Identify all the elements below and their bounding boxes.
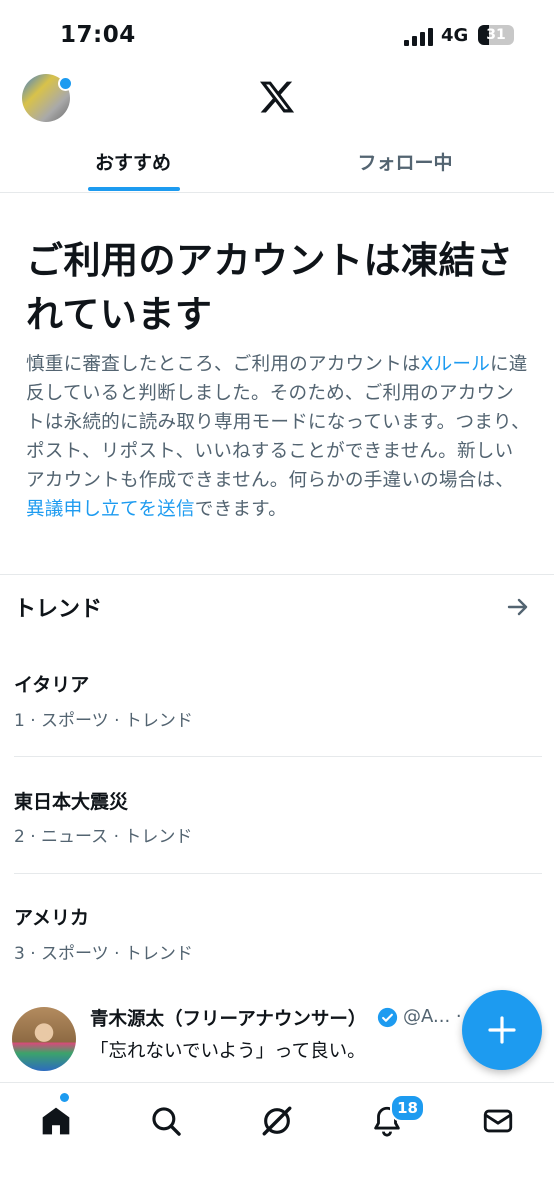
tweet-text[interactable]: 「忘れないでいよう」って良い。 <box>90 1037 366 1063</box>
plus-icon <box>488 1016 516 1044</box>
tweet-author-avatar[interactable] <box>12 1007 76 1071</box>
x-rules-link[interactable]: Xルール <box>421 354 490 375</box>
home-unread-dot <box>60 1093 69 1102</box>
tweet-author-handle: @A... · <box>403 1006 462 1027</box>
trend-meta: 3 · スポーツ · トレンド <box>14 944 193 964</box>
grok-icon <box>262 1106 292 1136</box>
nav-messages[interactable] <box>478 1101 518 1141</box>
trend-divider <box>14 873 542 874</box>
header-divider <box>0 192 554 193</box>
trend-name[interactable]: イタリア <box>14 670 89 697</box>
section-divider <box>0 574 554 575</box>
bottom-navigation <box>0 1082 554 1201</box>
verified-badge-icon <box>377 1007 398 1028</box>
trend-meta: 2 · ニュース · トレンド <box>14 827 193 847</box>
network-label: 4G <box>441 25 469 46</box>
avatar-notification-dot <box>58 76 73 91</box>
trend-divider <box>14 756 542 757</box>
appeal-link[interactable]: 異議申し立てを送信 <box>26 499 195 520</box>
status-time: 17:04 <box>60 22 136 48</box>
trend-meta: 1 · スポーツ · トレンド <box>14 711 193 731</box>
suspension-body-part1: 慎重に審査したところ、ご利用のアカウントは <box>26 354 421 375</box>
home-icon <box>42 1107 70 1135</box>
nav-home[interactable] <box>36 1101 76 1141</box>
tab-following[interactable]: フォロー中 <box>332 148 478 175</box>
active-tab-indicator <box>88 187 180 191</box>
compose-post-button[interactable] <box>462 990 542 1070</box>
tweet-author-name[interactable]: 青木源太（フリーアナウンサー） <box>90 1005 366 1031</box>
trend-name[interactable]: アメリカ <box>14 903 89 930</box>
suspension-body: 慎重に審査したところ、ご利用のアカウントはXルールに違反していると判断しました。… <box>26 350 531 524</box>
tab-recommend[interactable]: おすすめ <box>60 148 206 175</box>
x-logo-icon <box>259 81 295 113</box>
trend-name[interactable]: 東日本大震災 <box>14 787 128 814</box>
nav-search[interactable] <box>146 1101 186 1141</box>
notification-count-badge: 18 <box>390 1094 425 1122</box>
messages-icon <box>483 1109 513 1133</box>
battery-level: 31 <box>486 27 506 43</box>
suspension-title: ご利用のアカウントは凍結されています <box>26 239 514 336</box>
signal-icon <box>404 28 434 46</box>
battery-icon: 31 <box>478 25 514 45</box>
arrow-right-icon[interactable] <box>506 595 530 619</box>
suspension-body-part3: できます。 <box>194 499 287 520</box>
trends-heading: トレンド <box>14 597 103 622</box>
nav-grok[interactable] <box>257 1101 297 1141</box>
search-icon <box>152 1107 181 1136</box>
